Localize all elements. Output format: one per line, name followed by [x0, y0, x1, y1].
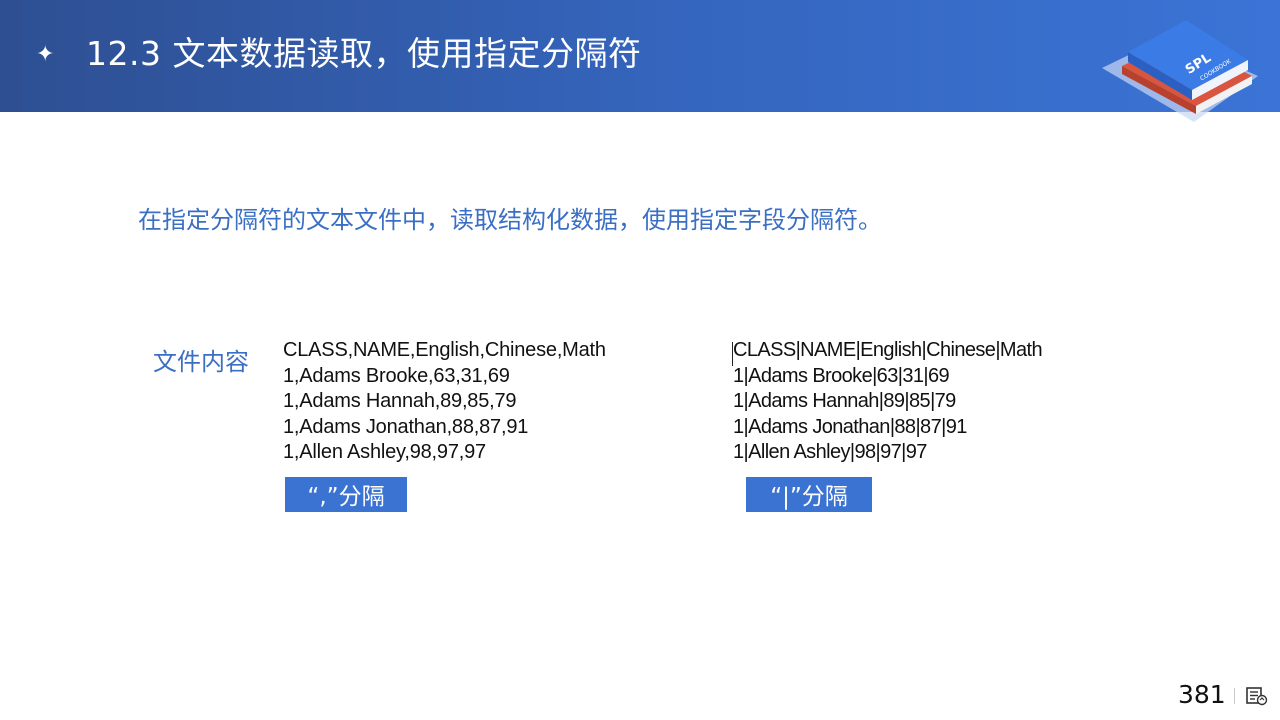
footer-divider — [1234, 688, 1235, 704]
pipe-file-content: CLASS|NAME|English|Chinese|Math 1|Adams … — [733, 338, 1043, 466]
comma-file-line: 1,Allen Ashley,98,97,97 — [283, 441, 486, 464]
comma-file-line: 1,Adams Hannah,89,85,79 — [283, 390, 517, 413]
comma-separator-tag: “,”分隔 — [285, 477, 407, 512]
pipe-file-line: 1|Adams Brooke|63|31|69 — [733, 364, 950, 387]
pipe-file-line: 1|Adams Hannah|89|85|79 — [733, 390, 956, 413]
spl-cookbook-logo: SPL COOKBOOK — [1102, 20, 1258, 122]
pipe-file-line: 1|Adams Jonathan|88|87|91 — [733, 415, 967, 438]
comma-file-line: 1,Adams Brooke,63,31,69 — [283, 364, 510, 387]
pipe-file-line: 1|Allen Ashley|98|97|97 — [733, 441, 927, 464]
title-bar: ✦ 12.3 文本数据读取，使用指定分隔符 SPL COOKBOOK — [0, 0, 1280, 122]
comma-file-line: CLASS,NAME,English,Chinese,Math — [283, 339, 606, 361]
pipe-separator-tag: “|”分隔 — [746, 477, 872, 512]
file-content-label: 文件内容 — [153, 348, 249, 376]
slide-subtitle: 在指定分隔符的文本文件中，读取结构化数据，使用指定字段分隔符。 — [138, 206, 882, 234]
slide-title: 12.3 文本数据读取，使用指定分隔符 — [86, 34, 642, 73]
sparkle-icon: ✦ — [36, 42, 55, 67]
page-number: 381 — [1178, 680, 1226, 709]
comma-file-content: CLASS,NAME,English,Chinese,Math 1,Adams … — [283, 338, 606, 466]
notes-view-icon[interactable] — [1245, 686, 1269, 706]
comma-file-line: 1,Adams Jonathan,88,87,91 — [283, 415, 529, 438]
pipe-file-line: CLASS|NAME|English|Chinese|Math — [733, 339, 1043, 361]
